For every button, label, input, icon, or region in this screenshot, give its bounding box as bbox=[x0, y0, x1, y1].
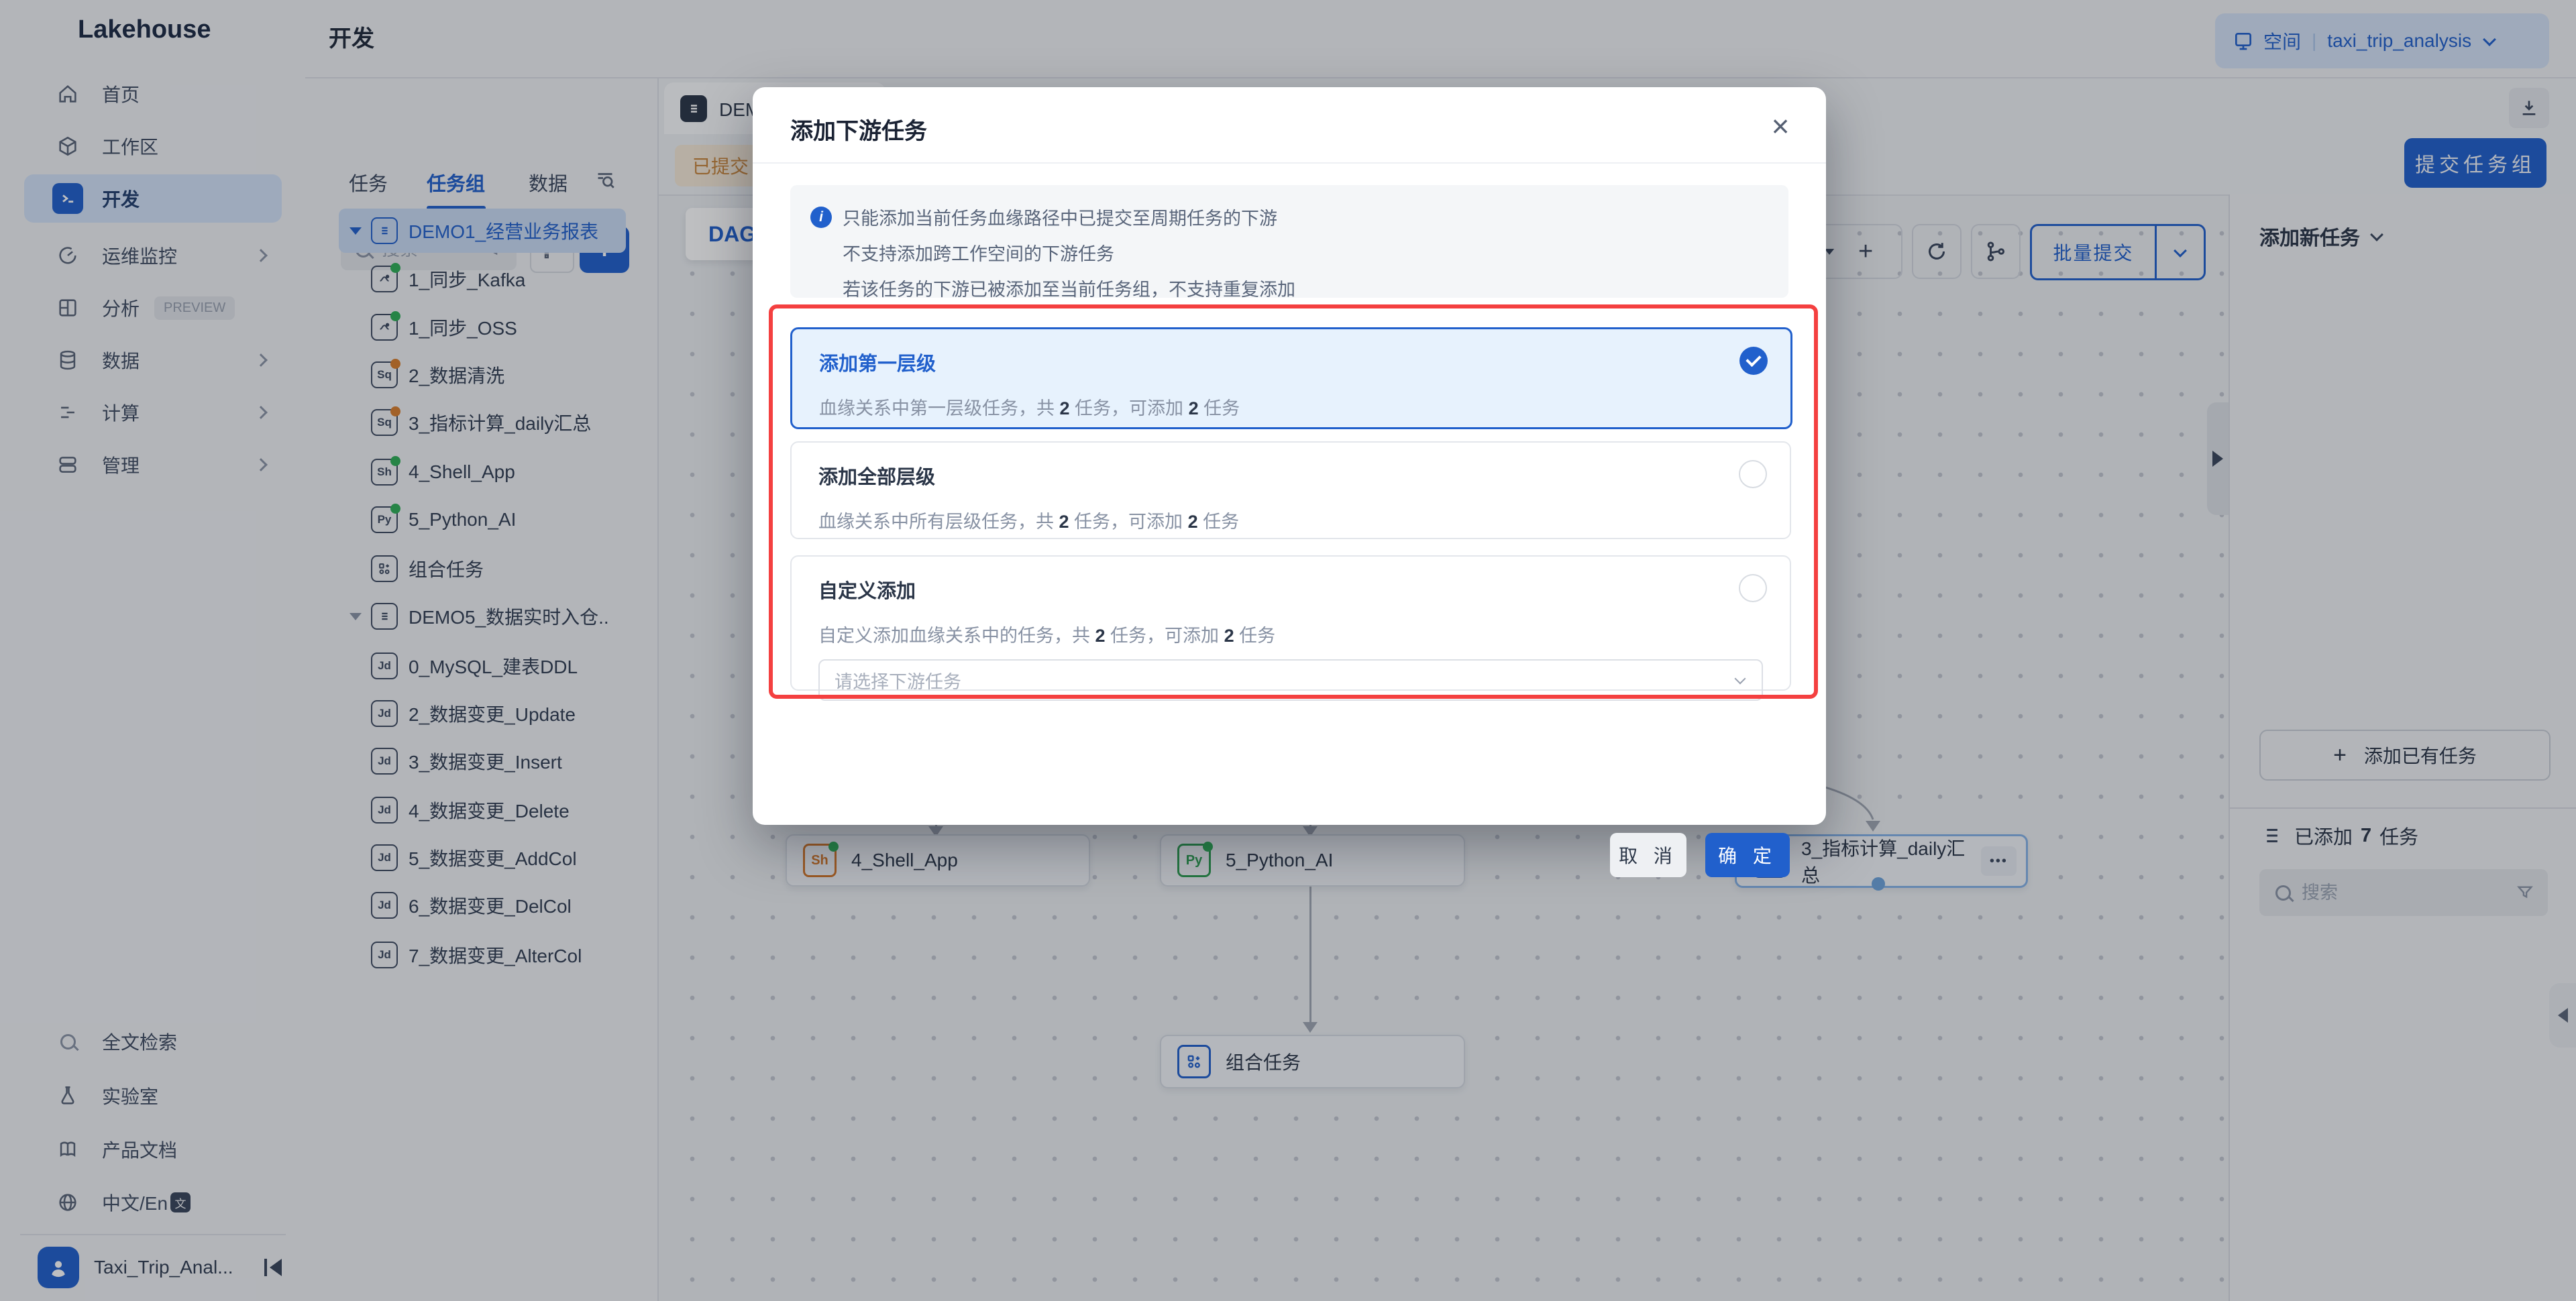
info-icon: i bbox=[810, 207, 832, 228]
cancel-button[interactable]: 取 消 bbox=[1610, 833, 1686, 877]
option-title: 添加全部层级 bbox=[818, 461, 1790, 490]
option-custom-add[interactable]: 自定义添加 自定义添加血缘关系中的任务，共 2 任务，可添加 2 任务 请选择下… bbox=[790, 555, 1791, 691]
select-placeholder: 请选择下游任务 bbox=[835, 667, 961, 693]
radio-icon[interactable] bbox=[1739, 460, 1767, 488]
option-add-first-level[interactable]: 添加第一层级 血缘关系中第一层级任务，共 2 任务，可添加 2 任务 bbox=[790, 327, 1792, 429]
option-title: 自定义添加 bbox=[818, 575, 1790, 604]
option-add-all-levels[interactable]: 添加全部层级 血缘关系中所有层级任务，共 2 任务，可添加 2 任务 bbox=[790, 441, 1791, 539]
close-icon[interactable]: × bbox=[1759, 105, 1802, 148]
downstream-task-select[interactable]: 请选择下游任务 bbox=[818, 659, 1763, 701]
modal-title: 添加下游任务 bbox=[790, 113, 927, 146]
option-desc: 自定义添加血缘关系中的任务，共 2 任务，可添加 2 任务 bbox=[818, 621, 1790, 647]
option-title: 添加第一层级 bbox=[819, 348, 1790, 376]
radio-icon[interactable] bbox=[1739, 574, 1767, 602]
chevron-down-icon bbox=[1735, 673, 1746, 685]
info-line: 不支持添加跨工作空间的下游任务 bbox=[843, 239, 1788, 266]
add-downstream-modal: 添加下游任务 × i 只能添加当前任务血缘路径中已提交至周期任务的下游 不支持添… bbox=[753, 87, 1826, 825]
info-line: 只能添加当前任务血缘路径中已提交至周期任务的下游 bbox=[843, 204, 1277, 230]
radio-checked-icon[interactable] bbox=[1739, 347, 1768, 375]
option-desc: 血缘关系中第一层级任务，共 2 任务，可添加 2 任务 bbox=[819, 394, 1790, 420]
app-root: 开发 空间 | taxi_trip_analysis Lakehouse 首页 … bbox=[0, 0, 2576, 1301]
modal-header-divider bbox=[753, 162, 1826, 164]
option-desc: 血缘关系中所有层级任务，共 2 任务，可添加 2 任务 bbox=[818, 507, 1790, 533]
confirm-button[interactable]: 确 定 bbox=[1705, 833, 1790, 877]
info-box: i 只能添加当前任务血缘路径中已提交至周期任务的下游 不支持添加跨工作空间的下游… bbox=[790, 185, 1788, 298]
info-line: 若该任务的下游已被添加至当前任务组，不支持重复添加 bbox=[843, 275, 1788, 301]
